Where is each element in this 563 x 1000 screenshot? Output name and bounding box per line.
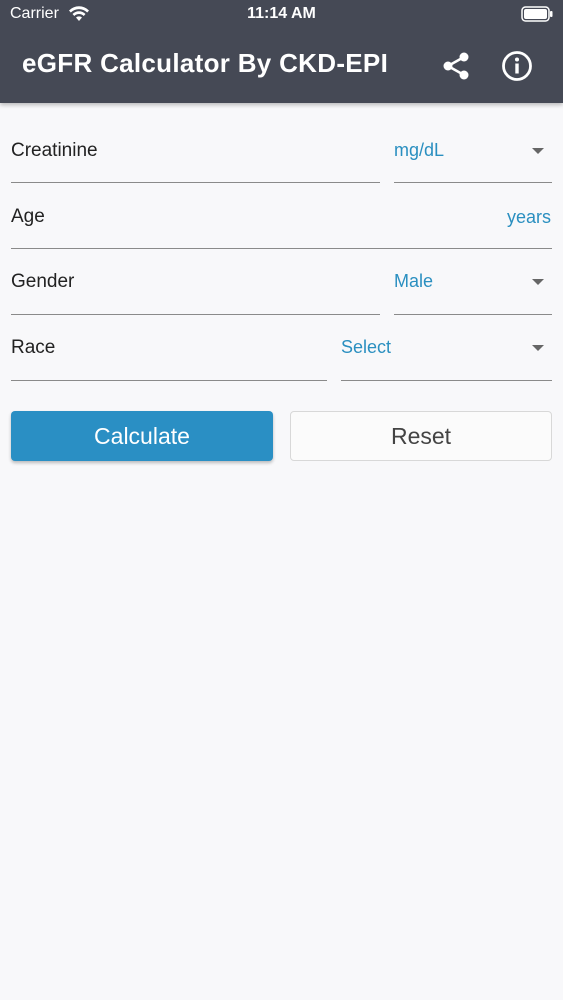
info-icon[interactable] bbox=[501, 50, 533, 82]
creatinine-row: Creatinine mg/dL bbox=[0, 140, 563, 206]
chevron-down-icon[interactable] bbox=[532, 279, 544, 285]
race-row: Race Select bbox=[0, 337, 563, 403]
chevron-down-icon[interactable] bbox=[532, 148, 544, 154]
status-time: 11:14 AM bbox=[247, 5, 316, 22]
share-icon[interactable] bbox=[441, 51, 471, 81]
creatinine-input[interactable] bbox=[11, 182, 380, 183]
creatinine-unit-underline bbox=[394, 182, 552, 183]
race-select[interactable]: Select bbox=[341, 337, 391, 358]
gender-underline bbox=[11, 314, 380, 315]
gender-row: Gender Male bbox=[0, 271, 563, 337]
age-row: Age years bbox=[0, 206, 563, 272]
reset-button[interactable]: Reset bbox=[290, 411, 552, 461]
chevron-down-icon[interactable] bbox=[532, 345, 544, 351]
battery-icon bbox=[521, 6, 553, 27]
race-select-underline bbox=[341, 380, 552, 381]
gender-select-underline bbox=[394, 314, 552, 315]
race-label: Race bbox=[11, 337, 56, 358]
app-header: Carrier 11:14 AM eGFR Calculator By CKD-… bbox=[0, 0, 563, 103]
age-unit: years bbox=[506, 207, 551, 227]
page-title: eGFR Calculator By CKD-EPI bbox=[22, 48, 389, 78]
creatinine-unit-select[interactable]: mg/dL bbox=[394, 140, 444, 161]
creatinine-label: Creatinine bbox=[11, 140, 98, 161]
age-input[interactable] bbox=[11, 248, 552, 249]
gender-select[interactable]: Male bbox=[394, 271, 433, 292]
gender-label: Gender bbox=[11, 271, 75, 292]
status-bar: Carrier 11:14 AM bbox=[0, 0, 563, 30]
race-underline bbox=[11, 380, 327, 381]
age-label: Age bbox=[11, 206, 45, 227]
calculate-button[interactable]: Calculate bbox=[11, 411, 273, 461]
